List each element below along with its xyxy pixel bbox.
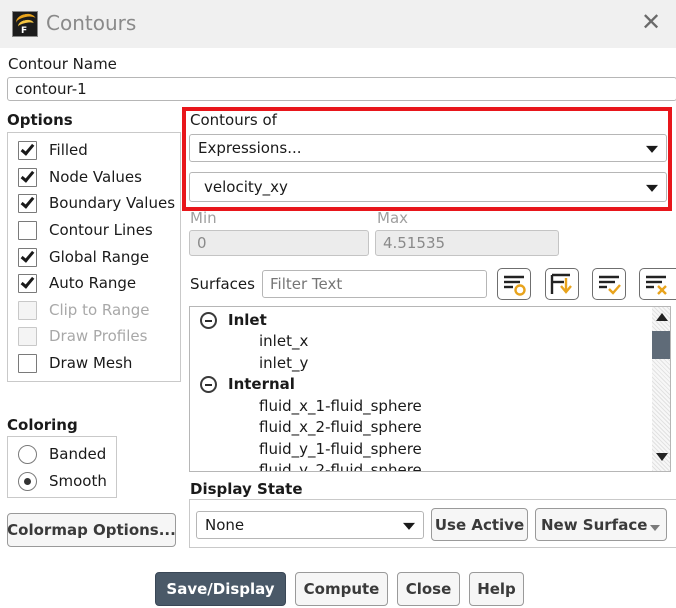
checkbox-label: Boundary Values <box>49 194 176 212</box>
collapse-icon[interactable] <box>200 376 217 393</box>
checkbox-label: Filled <box>49 141 88 159</box>
window-title: Contours <box>46 11 137 35</box>
list-filter-icon <box>550 273 572 294</box>
close-icon[interactable]: ✕ <box>641 10 661 34</box>
collapse-icon[interactable] <box>200 312 217 329</box>
checkbox-box[interactable] <box>18 167 37 187</box>
scrollbar-thumb[interactable] <box>652 331 670 359</box>
vertical-scrollbar[interactable] <box>652 307 670 471</box>
tree-item[interactable]: fluid_x_1-fluid_sphere <box>259 397 422 415</box>
checkbox-box[interactable] <box>18 193 37 213</box>
contour-name-label: Contour Name <box>8 55 117 73</box>
scroll-up-icon[interactable] <box>656 313 668 321</box>
checkbox-box <box>18 300 37 320</box>
contour-lines-checkbox[interactable]: Contour Lines <box>18 219 153 241</box>
close-button[interactable]: Close <box>397 572 460 606</box>
clip-to-range-checkbox: Clip to Range <box>18 299 149 321</box>
global-range-checkbox[interactable]: Global Range <box>18 246 149 268</box>
checkbox-box <box>18 326 37 346</box>
compute-button[interactable]: Compute <box>295 572 388 606</box>
chevron-down-icon <box>403 522 415 530</box>
checkbox-label: Draw Profiles <box>49 327 148 345</box>
auto-range-checkbox[interactable]: Auto Range <box>18 272 136 294</box>
checkbox-label: Contour Lines <box>49 221 153 239</box>
min-label: Min <box>190 209 217 227</box>
new-surface-label: New Surface <box>541 515 648 534</box>
radio-label: Smooth <box>49 472 107 490</box>
tree-item[interactable]: inlet_x <box>259 332 308 350</box>
surface-filter-button[interactable] <box>545 268 579 300</box>
radio-label: Banded <box>49 445 107 463</box>
boundary-values-checkbox[interactable]: Boundary Values <box>18 192 175 214</box>
save-display-button[interactable]: Save/Display <box>155 572 286 606</box>
checkbox-label: Global Range <box>49 248 150 266</box>
checkbox-label: Auto Range <box>49 274 137 292</box>
smooth-radio[interactable]: Smooth <box>18 470 107 492</box>
display-state-label: Display State <box>190 480 303 498</box>
contour-name-input[interactable]: contour-1 <box>7 77 676 101</box>
min-input: 0 <box>189 230 369 256</box>
clear-surfaces-button[interactable] <box>639 268 676 300</box>
tree-group-inlet[interactable]: Inlet <box>228 311 267 329</box>
banded-radio[interactable]: Banded <box>18 443 106 465</box>
dropdown-value: None <box>205 516 245 534</box>
checkbox-box[interactable] <box>18 247 37 267</box>
tree-item[interactable]: inlet_y <box>259 354 308 372</box>
tree-group-internal[interactable]: Internal <box>228 375 295 393</box>
checkbox-label: Clip to Range <box>49 301 150 319</box>
colormap-options-button[interactable]: Colormap Options... <box>7 513 176 547</box>
list-select-icon <box>504 275 526 296</box>
coloring-group: Banded Smooth <box>7 436 117 498</box>
draw-profiles-checkbox: Draw Profiles <box>18 325 147 347</box>
draw-mesh-checkbox[interactable]: Draw Mesh <box>18 352 132 374</box>
chevron-down-icon <box>650 525 660 531</box>
max-label: Max <box>377 209 409 227</box>
coloring-label: Coloring <box>7 416 78 434</box>
checkbox-label: Draw Mesh <box>49 354 133 372</box>
display-state-dropdown[interactable]: None <box>196 511 424 539</box>
use-active-button[interactable]: Use Active <box>431 508 528 541</box>
filled-checkbox[interactable]: Filled <box>18 139 88 161</box>
checkbox-box[interactable] <box>18 353 37 373</box>
options-label: Options <box>7 111 73 129</box>
surfaces-label: Surfaces <box>190 275 255 293</box>
radio-circle[interactable] <box>18 444 37 464</box>
node-values-checkbox[interactable]: Node Values <box>18 166 142 188</box>
check-surfaces-button[interactable] <box>592 268 626 300</box>
surfaces-tree-list[interactable]: Inlet inlet_x inlet_y Internal fluid_x_1… <box>189 306 671 472</box>
tree-item[interactable]: fluid_y_1-fluid_sphere <box>259 440 422 458</box>
scroll-down-icon[interactable] <box>656 453 668 461</box>
list-check-icon <box>599 275 621 295</box>
tree-item[interactable]: fluid_y_2-fluid_sphere <box>259 461 422 471</box>
options-group: Filled Node Values Boundary Values Conto… <box>7 132 181 382</box>
list-clear-icon <box>646 275 667 295</box>
highlight-box <box>182 107 672 211</box>
checkbox-box[interactable] <box>18 273 37 293</box>
radio-circle[interactable] <box>18 471 37 491</box>
help-button[interactable]: Help <box>469 572 524 606</box>
checkbox-label: Node Values <box>49 168 142 186</box>
max-input: 4.51535 <box>375 230 559 256</box>
new-surface-button[interactable]: New Surface <box>535 508 667 541</box>
surfaces-filter-input[interactable] <box>262 270 487 298</box>
tree-item[interactable]: fluid_x_2-fluid_sphere <box>259 418 422 436</box>
select-all-surfaces-button[interactable] <box>497 268 531 300</box>
checkbox-box[interactable] <box>18 140 37 160</box>
checkbox-box[interactable] <box>18 220 37 240</box>
fluent-app-icon: F <box>12 11 38 37</box>
